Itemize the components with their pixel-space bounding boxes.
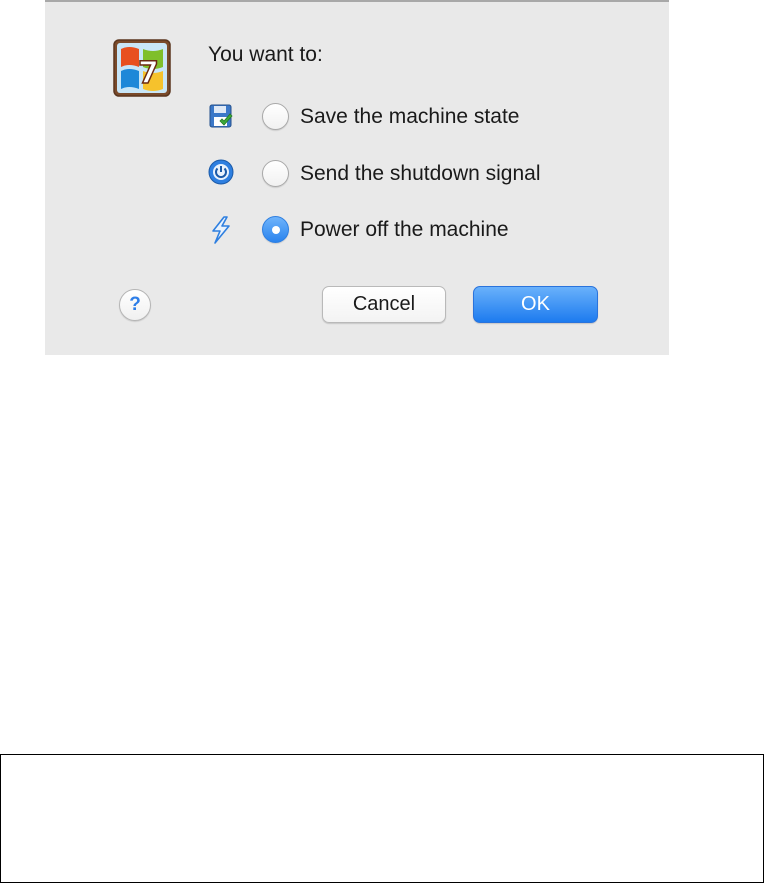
cancel-button[interactable]: Cancel <box>322 286 446 323</box>
option-save-state[interactable]: Save the machine state <box>205 100 605 134</box>
windows-7-logo-icon: 7 <box>113 39 171 97</box>
help-button[interactable]: ? <box>119 289 151 321</box>
save-state-icon <box>205 101 237 133</box>
close-vm-dialog: 7 You want to: Save the machine state Se… <box>45 0 669 355</box>
radio-send-shutdown[interactable] <box>262 160 289 187</box>
option-send-shutdown[interactable]: Send the shutdown signal <box>205 157 605 191</box>
svg-text:7: 7 <box>138 56 159 91</box>
option-label: Save the machine state <box>300 105 520 128</box>
ok-button[interactable]: OK <box>473 286 598 323</box>
prompt-text: You want to: <box>208 43 323 66</box>
radio-power-off[interactable] <box>262 216 289 243</box>
power-off-icon <box>205 214 237 246</box>
option-power-off[interactable]: Power off the machine <box>205 213 605 247</box>
empty-frame <box>0 754 764 883</box>
option-label: Power off the machine <box>300 218 509 241</box>
radio-save-state[interactable] <box>262 103 289 130</box>
acpi-shutdown-icon <box>205 158 237 190</box>
option-label: Send the shutdown signal <box>300 162 541 185</box>
